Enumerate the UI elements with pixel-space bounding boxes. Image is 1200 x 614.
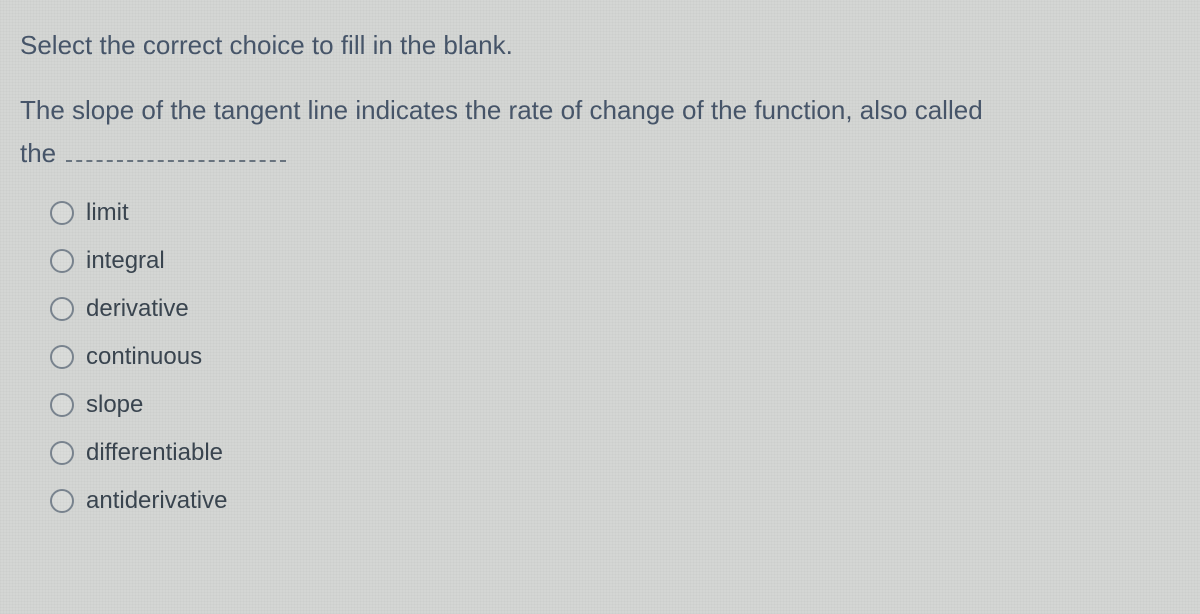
option-label: derivative xyxy=(86,295,189,323)
radio-icon xyxy=(50,345,74,369)
question-line2: the xyxy=(20,138,1180,169)
option-limit[interactable]: limit xyxy=(50,199,1180,227)
radio-icon xyxy=(50,249,74,273)
option-label: differentiable xyxy=(86,439,223,467)
option-differentiable[interactable]: differentiable xyxy=(50,439,1180,467)
option-continuous[interactable]: continuous xyxy=(50,343,1180,371)
fill-blank xyxy=(66,142,286,162)
option-integral[interactable]: integral xyxy=(50,247,1180,275)
option-antiderivative[interactable]: antiderivative xyxy=(50,487,1180,515)
radio-icon xyxy=(50,441,74,465)
option-derivative[interactable]: derivative xyxy=(50,295,1180,323)
radio-icon xyxy=(50,201,74,225)
instruction-text: Select the correct choice to fill in the… xyxy=(20,30,1180,61)
option-label: limit xyxy=(86,199,129,227)
options-list: limit integral derivative continuous slo… xyxy=(20,199,1180,515)
option-label: antiderivative xyxy=(86,487,227,515)
question-prefix: the xyxy=(20,138,56,169)
radio-icon xyxy=(50,393,74,417)
question-text-line1: The slope of the tangent line indicates … xyxy=(20,91,1180,130)
option-label: slope xyxy=(86,391,143,419)
option-label: continuous xyxy=(86,343,202,371)
radio-icon xyxy=(50,297,74,321)
radio-icon xyxy=(50,489,74,513)
option-slope[interactable]: slope xyxy=(50,391,1180,419)
option-label: integral xyxy=(86,247,165,275)
